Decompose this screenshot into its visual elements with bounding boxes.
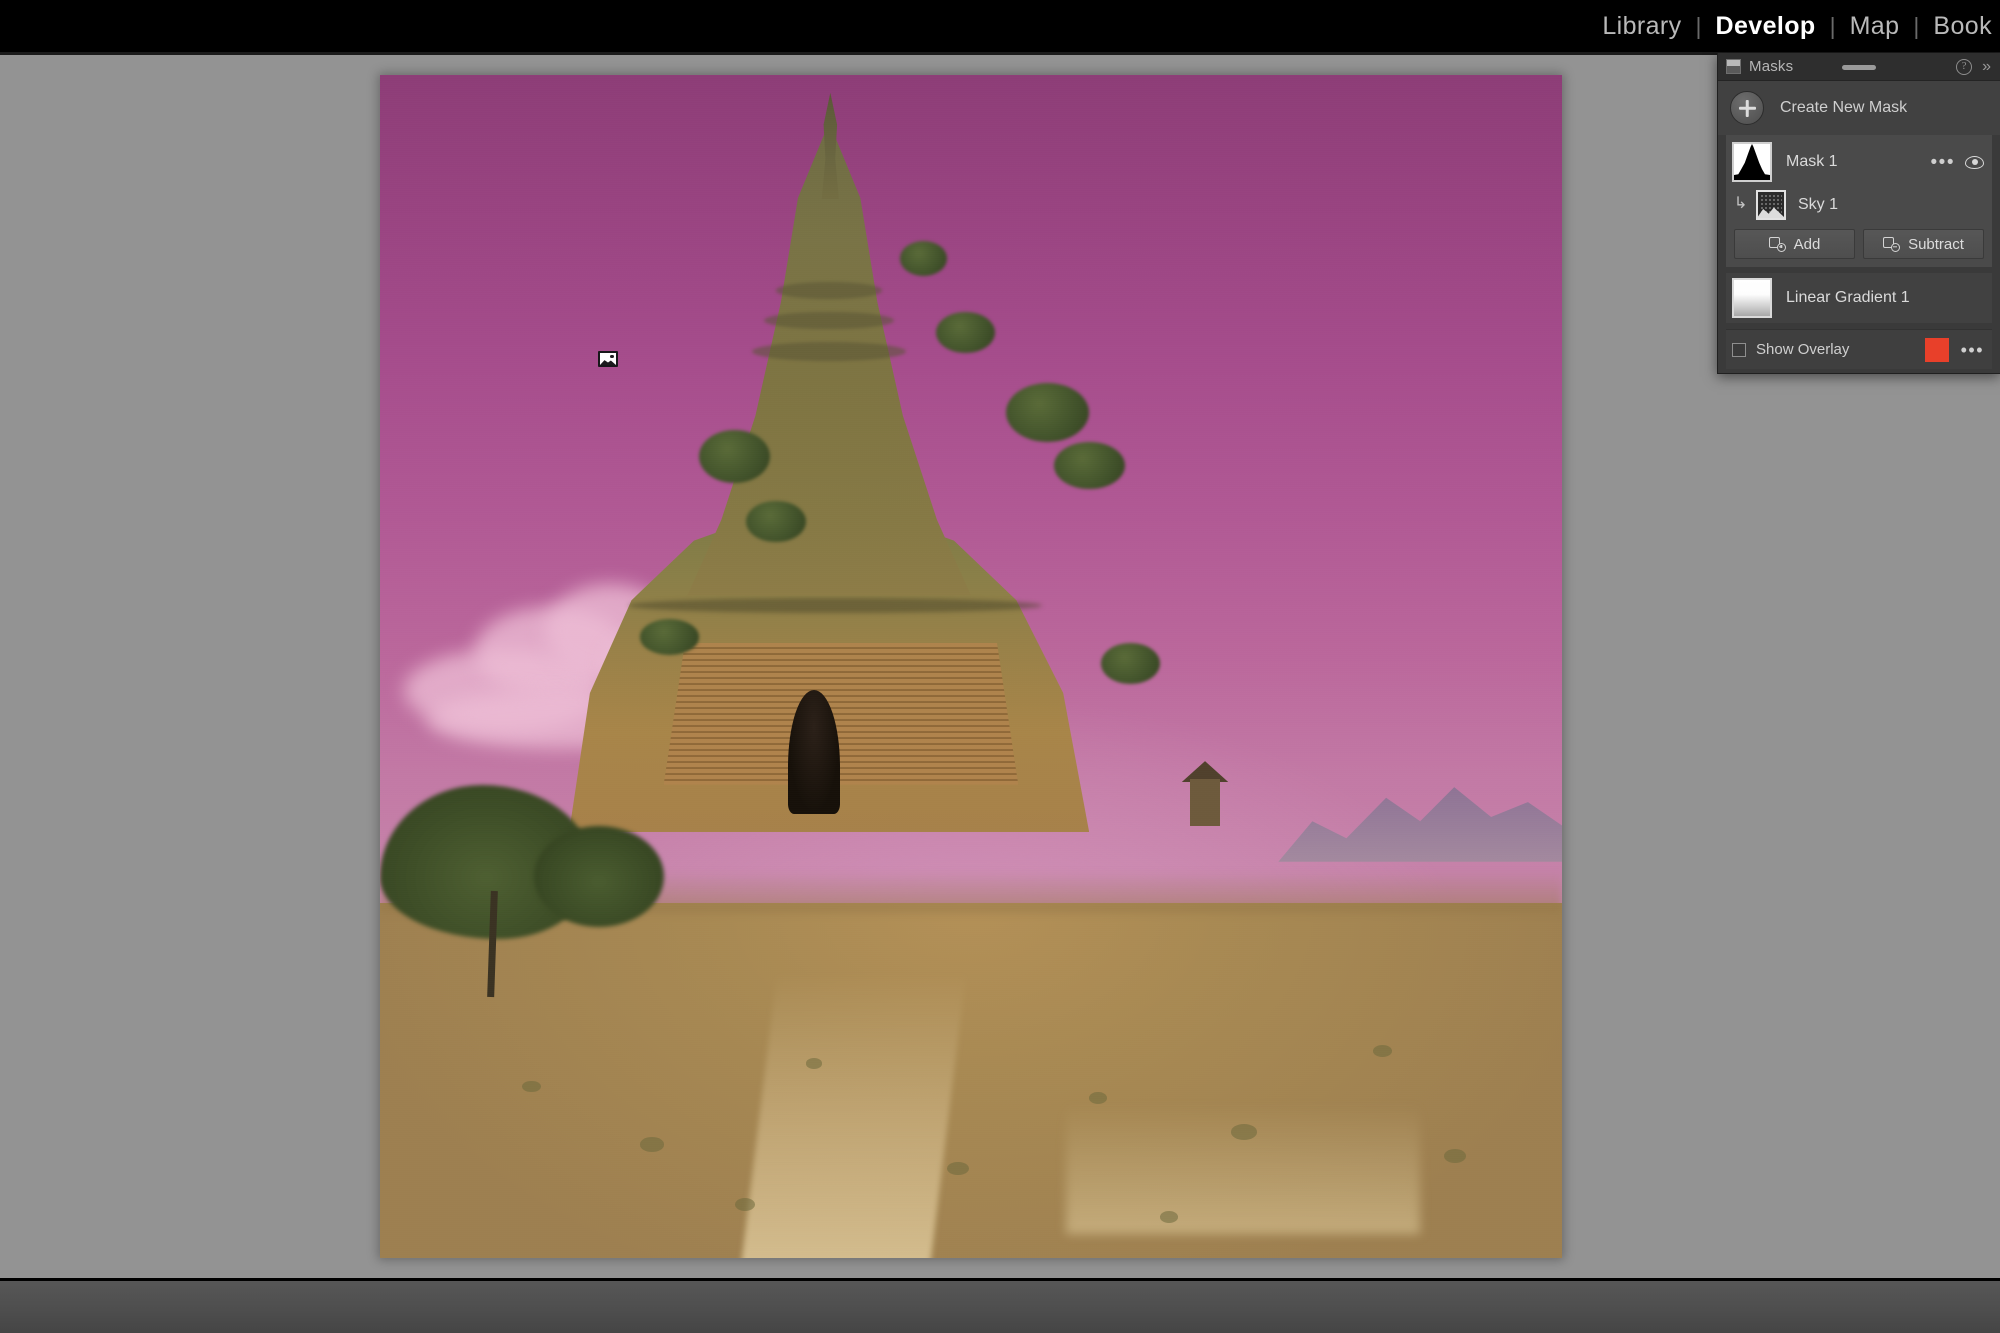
create-new-mask-button[interactable]: Create New Mask bbox=[1718, 81, 2000, 135]
stupa-shrub bbox=[936, 312, 995, 353]
hut bbox=[1190, 779, 1221, 826]
module-list: Library | Develop | Map | Book bbox=[1598, 14, 1996, 39]
mask-list-item-linear-gradient[interactable]: Linear Gradient 1 bbox=[1726, 273, 1992, 323]
submask-name-label: Sky 1 bbox=[1798, 196, 1838, 214]
double-chevron-right-icon[interactable]: » bbox=[1982, 59, 1990, 75]
help-circle-icon[interactable]: ? bbox=[1956, 59, 1972, 75]
more-options-icon[interactable]: ••• bbox=[1931, 153, 1955, 172]
panel-drag-grip[interactable] bbox=[1842, 65, 1876, 70]
stupa-shrub bbox=[900, 241, 947, 276]
subtract-button-label: Subtract bbox=[1908, 236, 1964, 253]
stupa-shrub bbox=[1006, 383, 1089, 442]
create-new-mask-label: Create New Mask bbox=[1780, 99, 1907, 117]
stupa-shrub bbox=[640, 619, 699, 654]
show-overlay-label: Show Overlay bbox=[1756, 341, 1925, 358]
overlay-color-swatch[interactable] bbox=[1925, 338, 1949, 362]
stupa-shrub bbox=[746, 501, 805, 542]
mask-name-label: Mask 1 bbox=[1786, 153, 1931, 171]
stupa-brickwork bbox=[664, 643, 1019, 785]
ground-shrub bbox=[1160, 1211, 1178, 1223]
dirt-path bbox=[739, 974, 966, 1258]
develop-canvas bbox=[0, 55, 2000, 1278]
ground-shrub bbox=[522, 1081, 541, 1093]
stupa-shrub bbox=[1101, 643, 1160, 684]
ground-shrub bbox=[640, 1137, 664, 1151]
eye-pupil bbox=[1972, 159, 1978, 165]
show-overlay-checkbox[interactable] bbox=[1732, 343, 1746, 357]
module-library[interactable]: Library bbox=[1598, 14, 1685, 39]
pagoda-silhouette-mask-thumbnail[interactable] bbox=[1732, 142, 1772, 182]
image-icon-sun bbox=[610, 355, 614, 358]
submask-list-item[interactable]: ↳ Sky 1 bbox=[1726, 185, 1992, 225]
add-button[interactable]: Add bbox=[1734, 229, 1855, 259]
module-develop[interactable]: Develop bbox=[1712, 14, 1820, 39]
mask-thumbnail-shape bbox=[1734, 144, 1770, 180]
stupa-shrub bbox=[1054, 442, 1125, 489]
stupa-shrub bbox=[699, 430, 770, 483]
image-icon-mountain bbox=[600, 358, 616, 365]
show-overlay-row: Show Overlay ••• bbox=[1726, 329, 1992, 369]
add-button-label: Add bbox=[1794, 236, 1821, 253]
photo-preview[interactable] bbox=[380, 75, 1562, 1258]
mask-actions-row: Add Subtract bbox=[1726, 225, 1992, 261]
add-icon-plus-badge bbox=[1777, 243, 1786, 252]
module-separator: | bbox=[1686, 15, 1712, 38]
linear-gradient-mask-thumbnail[interactable] bbox=[1732, 278, 1772, 318]
subtract-button[interactable]: Subtract bbox=[1863, 229, 1984, 259]
masks-panel: Masks ? » Create New Mask Mask 1 ••• bbox=[1717, 53, 2000, 374]
stupa-ring bbox=[776, 282, 882, 299]
eye-visibility-icon[interactable] bbox=[1965, 156, 1984, 169]
module-book[interactable]: Book bbox=[1929, 14, 1996, 39]
masks-panel-title: Masks bbox=[1749, 58, 1793, 75]
sky-mask-thumbnail[interactable] bbox=[1756, 190, 1786, 220]
module-separator: | bbox=[1903, 15, 1929, 38]
masks-panel-header[interactable]: Masks ? » bbox=[1718, 53, 2000, 81]
mask-list-item[interactable]: Mask 1 ••• bbox=[1726, 139, 1992, 185]
tree-foliage bbox=[534, 826, 664, 927]
ground-shrub bbox=[1231, 1124, 1257, 1139]
ground-shrub bbox=[947, 1162, 968, 1175]
ground-shrub bbox=[735, 1198, 755, 1211]
mask-name-label: Linear Gradient 1 bbox=[1786, 289, 1910, 307]
module-map[interactable]: Map bbox=[1846, 14, 1904, 39]
image-placeholder-icon bbox=[598, 351, 618, 367]
add-shape-icon bbox=[1769, 237, 1786, 252]
panel-square-icon bbox=[1726, 59, 1741, 74]
subtract-icon-minus-badge bbox=[1891, 243, 1900, 252]
overlay-options-icon[interactable]: ••• bbox=[1961, 341, 1984, 359]
stupa-ring bbox=[764, 312, 894, 330]
module-separator: | bbox=[1820, 15, 1846, 38]
plus-circle-icon[interactable] bbox=[1730, 91, 1764, 125]
panel-header-actions: ? » bbox=[1956, 59, 1990, 75]
lightroom-window: Library | Develop | Map | Book bbox=[0, 0, 2000, 1333]
arrow-into-icon: ↳ bbox=[1734, 197, 1750, 213]
filmstrip-bar[interactable] bbox=[0, 1278, 2000, 1333]
ground-shrub bbox=[806, 1058, 823, 1069]
subtract-shape-icon bbox=[1883, 237, 1900, 252]
module-picker-bar: Library | Develop | Map | Book bbox=[0, 0, 2000, 52]
ground-shrub bbox=[1373, 1045, 1392, 1057]
mask-group-mask-1: Mask 1 ••• ↳ Sky 1 bbox=[1726, 135, 1992, 267]
